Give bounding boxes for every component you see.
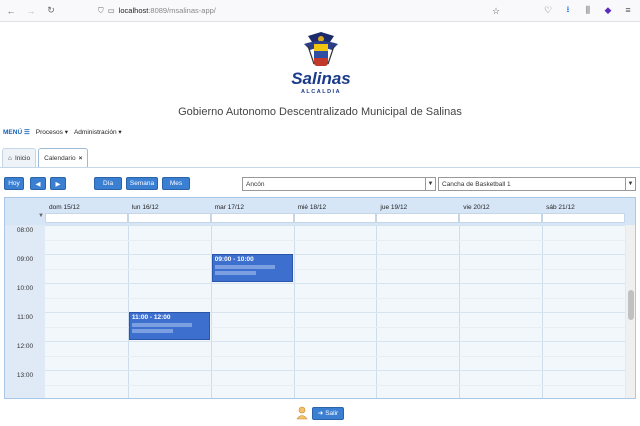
hour-label: 08:00	[16, 227, 34, 234]
event-time: 09:00 - 10:00	[214, 256, 254, 263]
month-view-button[interactable]: Mes	[162, 177, 190, 190]
allday-slot[interactable]	[459, 213, 543, 223]
scrollbar-thumb[interactable]	[628, 290, 634, 320]
logout-button[interactable]: ➜ Salir	[311, 406, 345, 420]
facility-value: Cancha de Basketball 1	[442, 180, 511, 188]
pocket-icon[interactable]: ♡	[542, 3, 554, 17]
page-icon: ▭	[107, 6, 115, 15]
browser-toolbar: ← → ↻ ⛉ ▭ localhost:8089/msalinas-app/ ☆…	[0, 0, 640, 22]
logout-label: Salir	[325, 409, 339, 417]
event-detail-redacted	[214, 265, 275, 269]
day-header[interactable]: vie 20/12	[463, 204, 489, 211]
menu-item-procesos[interactable]: Procesos ▾	[36, 128, 68, 136]
prev-button[interactable]: ◀	[30, 177, 46, 190]
allday-slot[interactable]	[542, 213, 625, 223]
menu-label[interactable]: MENÚ ☰	[3, 128, 30, 136]
allday-slot[interactable]	[293, 213, 377, 223]
location-value: Ancón	[246, 180, 265, 188]
allday-slot[interactable]	[127, 213, 211, 223]
forward-icon[interactable]: →	[24, 4, 38, 18]
user-avatar-icon	[296, 406, 308, 420]
half-hour-line	[45, 297, 625, 299]
day-header[interactable]: lun 16/12	[132, 204, 159, 211]
tab-label: Calendario	[44, 154, 76, 162]
hour-label: 10:00	[16, 285, 34, 292]
arrow-right-icon: ▶	[55, 180, 61, 188]
hour-label: 13:00	[16, 372, 34, 379]
hour-label: 09:00	[16, 256, 34, 263]
day-header[interactable]: mié 18/12	[298, 204, 327, 211]
caret-down-icon: ▾	[118, 129, 122, 136]
url-host: localhost	[118, 6, 149, 15]
page-title: Gobierno Autonomo Descentralizado Munici…	[178, 106, 462, 118]
arrow-left-icon: ◀	[35, 180, 41, 188]
time-grid[interactable]: 09:00 - 10:00 11:00 - 12:00	[45, 225, 625, 398]
today-button[interactable]: Hoy	[4, 177, 24, 190]
main-menu: MENÚ ☰ Procesos ▾ Administración ▾	[0, 124, 640, 140]
allday-slot[interactable]	[376, 213, 460, 223]
hour-line	[45, 225, 625, 226]
salinas-logo: Salinas ALCALDIA	[291, 32, 351, 95]
library-icon[interactable]: ⫼	[582, 3, 594, 17]
tab-inicio[interactable]: ⌂ Inicio	[2, 148, 37, 167]
shield-icon: ⛉	[98, 5, 104, 15]
hour-label: 11:00	[17, 314, 33, 321]
week-calendar: ▼ 08:00 09:00 10:00 11:00 12:00 13:00 09:00 -…	[4, 197, 636, 399]
vertical-scrollbar[interactable]	[626, 225, 635, 398]
logo-subtext: ALCALDIA	[301, 89, 341, 95]
list-icon: ☰	[23, 129, 30, 136]
bookmark-star-icon[interactable]: ☆	[490, 4, 502, 18]
event-detail-redacted	[214, 271, 256, 275]
hour-line	[45, 254, 625, 255]
url-path: :8089/msalinas-app/	[148, 6, 216, 15]
event-time: 11:00 - 12:00	[131, 314, 171, 321]
home-icon: ⌂	[8, 154, 12, 162]
event-detail-redacted	[131, 323, 192, 327]
calendar-toolbar: Hoy ◀ ▶ Día Semana Mes Ancón ▼ Cancha de…	[4, 177, 636, 191]
menu-item-administracion[interactable]: Administración ▾	[74, 128, 122, 136]
half-hour-line	[45, 384, 625, 386]
logo-wordmark: Salinas	[291, 69, 351, 88]
allday-slot[interactable]	[210, 213, 294, 223]
address-bar[interactable]: ⛉ ▭ localhost:8089/msalinas-app/	[98, 3, 518, 18]
footer: ➜ Salir	[0, 404, 640, 422]
tab-bar: ⌂ Inicio Calendario ×	[0, 148, 640, 168]
hour-line	[45, 283, 625, 284]
menu-icon[interactable]: ≡	[622, 3, 634, 17]
allday-slot[interactable]	[45, 213, 128, 223]
page-header: Salinas ALCALDIA Gobierno Autonomo Desce…	[0, 22, 640, 122]
day-header[interactable]: dom 15/12	[49, 204, 80, 211]
back-icon[interactable]: ←	[4, 4, 18, 18]
hour-line	[45, 341, 625, 342]
next-button[interactable]: ▶	[50, 177, 66, 190]
hour-label: 12:00	[16, 343, 34, 350]
hour-line	[45, 370, 625, 371]
day-view-button[interactable]: Día	[94, 177, 122, 190]
reload-icon[interactable]: ↻	[44, 4, 58, 18]
caret-down-icon: ▾	[64, 129, 68, 136]
chevron-down-icon: ▼	[625, 178, 635, 190]
facility-select[interactable]: Cancha de Basketball 1 ▼	[438, 177, 636, 191]
calendar-event[interactable]: 11:00 - 12:00	[128, 312, 210, 340]
half-hour-line	[45, 268, 625, 270]
extension-icon[interactable]: ◆	[602, 3, 614, 17]
day-header[interactable]: mar 17/12	[215, 204, 244, 211]
half-hour-line	[45, 355, 625, 357]
location-select[interactable]: Ancón ▼	[242, 177, 436, 191]
allday-toggle-icon[interactable]: ▼	[38, 213, 44, 219]
logout-icon: ➜	[317, 410, 324, 417]
tab-calendario[interactable]: Calendario ×	[38, 148, 89, 167]
day-header[interactable]: sáb 21/12	[546, 204, 575, 211]
chevron-down-icon: ▼	[425, 178, 435, 190]
event-detail-redacted	[131, 329, 173, 333]
calendar-event[interactable]: 09:00 - 10:00	[211, 254, 293, 282]
hour-column: 08:00 09:00 10:00 11:00 12:00 13:00	[5, 225, 45, 398]
week-view-button[interactable]: Semana	[126, 177, 158, 190]
day-header[interactable]: jue 19/12	[380, 204, 407, 211]
download-icon[interactable]: ⭳	[562, 3, 574, 17]
tab-label: Inicio	[14, 154, 31, 162]
close-icon[interactable]: ×	[79, 155, 83, 162]
half-hour-line	[45, 239, 625, 241]
